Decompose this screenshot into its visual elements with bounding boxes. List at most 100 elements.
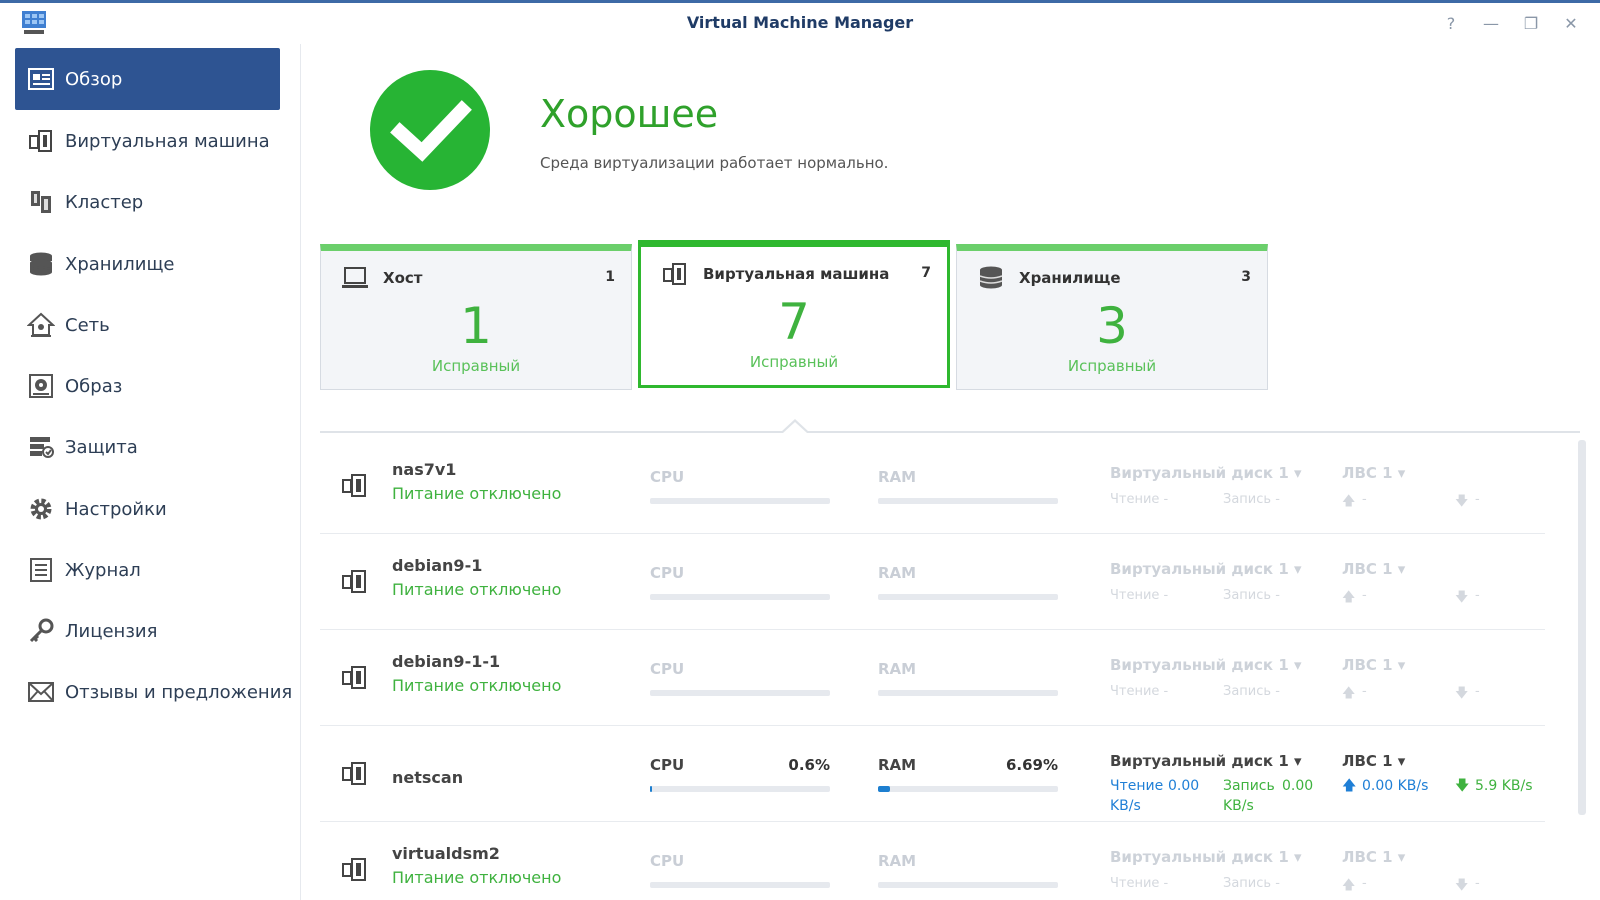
sidebar-item-label: Лицензия [65,620,158,642]
sidebar-item-feedback[interactable]: Отзывы и предложения [15,661,292,723]
status-description: Среда виртуализации работает нормально. [540,154,889,172]
card-vm[interactable]: Виртуальная машина 7 7 Исправный [638,240,950,388]
sidebar-item-label: Настройки [65,498,167,520]
ram-label: RAM [878,564,917,582]
window-title: Virtual Machine Manager [686,13,914,32]
sidebar-item-label: Образ [65,375,123,397]
sidebar-item-label: Кластер [65,191,144,213]
vm-status: Питание отключено [392,676,562,695]
storage-icon [30,252,52,276]
write-text: Запись - [1223,876,1280,891]
cpu-value: 0.6% [788,756,830,774]
lan-dropdown[interactable]: ЛВС 1 ▾ [1342,464,1405,482]
card-big-number: 7 [778,293,810,351]
upload-text: - [1362,684,1367,699]
sidebar-item-cluster[interactable]: Кластер [15,171,280,233]
sidebar-item-vm[interactable]: Виртуальная машина [15,110,280,172]
table-row[interactable]: netscan CPU 0.6% RAM 6.69% Виртуальный д… [320,724,1545,822]
minimize-button[interactable]: — [1480,13,1502,35]
upload-icon: 🡅 [1342,778,1357,794]
disk-dropdown[interactable]: Виртуальный диск 1 ▾ [1110,752,1302,770]
lan-dropdown[interactable]: ЛВС 1 ▾ [1342,560,1405,578]
laptop-icon [342,267,368,288]
title-bar: Virtual Machine Manager ? — ❐ ✕ [0,0,1600,44]
restore-button[interactable]: ❐ [1520,13,1542,35]
read-unit: KB/s [1110,798,1141,814]
read-text: Чтение - [1110,588,1169,603]
sidebar-item-label: Обзор [65,68,123,90]
vm-name: virtualdsm2 [392,844,500,863]
mail-icon [28,682,54,702]
vm-icon [663,263,686,285]
storage-icon [979,266,1003,289]
lan-dropdown[interactable]: ЛВС 1 ▾ [1342,752,1405,770]
card-count: 3 [1241,269,1251,285]
ram-bar [878,594,1058,600]
cpu-bar [650,882,830,888]
sidebar-item-label: Защита [65,436,138,458]
disk-dropdown[interactable]: Виртуальный диск 1 ▾ [1110,848,1302,866]
ram-bar [878,786,1058,792]
download-icon: 🡇 [1455,494,1469,509]
ram-label: RAM [878,660,917,678]
key-icon [29,618,54,643]
sidebar-item-label: Отзывы и предложения [65,681,293,703]
card-big-number: 3 [1096,297,1128,355]
table-row[interactable]: debian9-1-1 Питание отключено CPU RAM Ви… [320,628,1545,726]
sidebar-item-image[interactable]: Образ [15,355,280,417]
cluster-icon [31,191,51,213]
vm-name: netscan [392,768,464,787]
main-panel: Хорошее Среда виртуализации работает нор… [300,44,1600,900]
vm-icon [342,666,366,689]
cpu-label: CPU [650,660,685,678]
lan-dropdown[interactable]: ЛВС 1 ▾ [1342,656,1405,674]
ram-bar [878,690,1058,696]
card-storage[interactable]: Хранилище 3 3 Исправный [956,244,1268,390]
sidebar-item-protection[interactable]: Защита [15,416,280,478]
vm-icon [342,858,366,881]
sidebar-item-log[interactable]: Журнал [15,539,280,601]
lan-dropdown[interactable]: ЛВС 1 ▾ [1342,848,1405,866]
vm-icon [342,762,366,785]
log-icon [30,558,52,582]
network-icon [27,312,55,337]
card-count: 1 [605,269,615,285]
upload-icon: 🡅 [1342,878,1356,893]
vm-name: debian9-1 [392,556,483,575]
vm-name: debian9-1-1 [392,652,501,671]
disk-dropdown[interactable]: Виртуальный диск 1 ▾ [1110,464,1302,482]
help-button[interactable]: ? [1440,13,1462,35]
read-value: 0.00 [1168,778,1200,794]
sidebar-item-network[interactable]: Сеть [15,294,280,356]
card-host[interactable]: Хост 1 1 Исправный [320,244,632,390]
vm-list-scrollbar[interactable] [1578,440,1586,815]
sidebar-item-overview[interactable]: Обзор [15,48,280,110]
sidebar-item-license[interactable]: Лицензия [15,600,280,662]
vm-status: Питание отключено [392,580,562,599]
upload-text: - [1362,492,1367,507]
sidebar-item-label: Сеть [65,314,110,336]
disk-dropdown[interactable]: Виртуальный диск 1 ▾ [1110,560,1302,578]
sidebar-item-storage[interactable]: Хранилище [15,233,280,295]
close-button[interactable]: ✕ [1560,13,1582,35]
cpu-bar [650,690,830,696]
upload-icon: 🡅 [1342,686,1356,701]
cpu-label: CPU [650,564,685,582]
table-row[interactable]: virtualdsm2 Питание отключено CPU RAM Ви… [320,820,1545,900]
section-divider [320,431,1580,433]
upload-text: 0.00 KB/s [1362,778,1429,794]
table-row[interactable]: nas7v1 Питание отключено CPU RAM Виртуал… [320,436,1545,534]
ram-label: RAM [878,852,917,870]
download-icon: 🡇 [1455,686,1469,701]
card-title: Хранилище [1019,269,1121,287]
ram-bar-fill [878,786,891,792]
card-count: 7 [921,265,931,281]
ram-bar [878,498,1058,504]
card-big-number: 1 [460,297,492,355]
table-row[interactable]: debian9-1 Питание отключено CPU RAM Вирт… [320,532,1545,630]
image-icon [29,374,53,398]
disk-dropdown[interactable]: Виртуальный диск 1 ▾ [1110,656,1302,674]
sidebar-item-label: Хранилище [65,253,175,275]
ram-bar [878,882,1058,888]
sidebar-item-settings[interactable]: Настройки [15,478,280,540]
